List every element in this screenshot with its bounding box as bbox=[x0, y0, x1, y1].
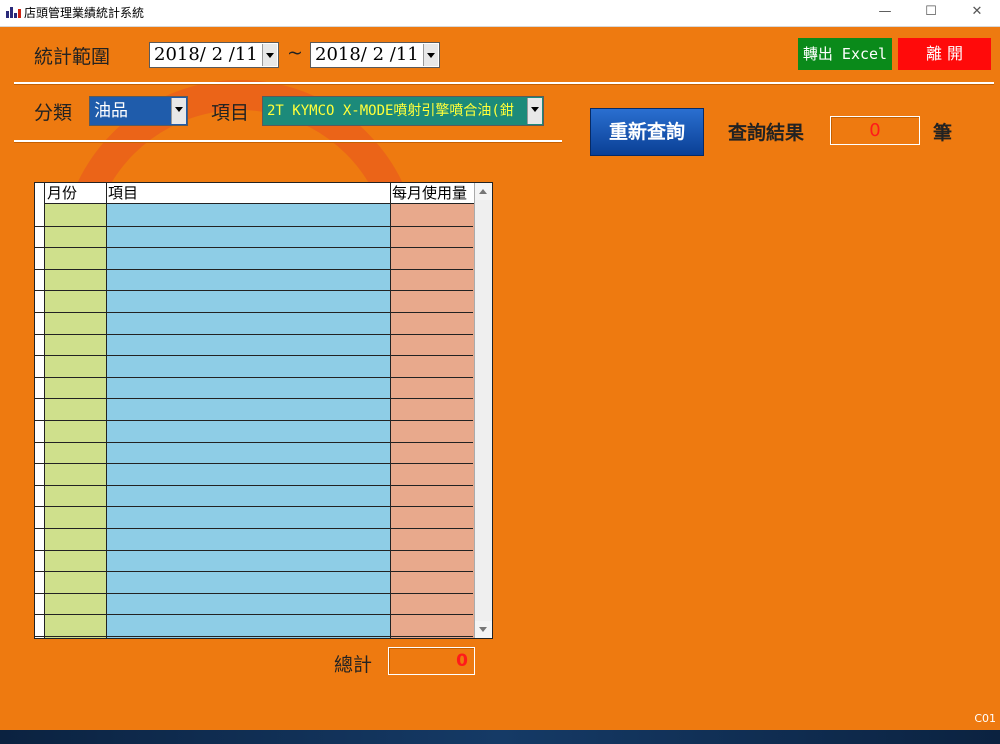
window-title: 店頭管理業績統計系統 bbox=[24, 6, 145, 20]
chevron-down-icon[interactable] bbox=[262, 44, 277, 66]
chevron-down-icon[interactable] bbox=[423, 44, 438, 66]
grid-scrollbar[interactable] bbox=[474, 183, 492, 638]
column-header-usage[interactable]: 每月使用量 bbox=[390, 183, 474, 204]
result-unit: 筆 bbox=[933, 122, 953, 144]
table-row[interactable] bbox=[35, 334, 473, 335]
chart-app-icon bbox=[6, 6, 21, 18]
table-row[interactable] bbox=[35, 247, 473, 248]
table-row[interactable] bbox=[35, 528, 473, 529]
result-count: 0 bbox=[830, 116, 920, 145]
taskbar bbox=[0, 730, 1000, 744]
table-row[interactable] bbox=[35, 420, 473, 421]
divider-top bbox=[14, 82, 994, 84]
table-row[interactable] bbox=[35, 550, 473, 551]
item-select[interactable]: 2T KYMCO X-MODE噴射引擎噴合油(鉗 bbox=[262, 96, 544, 126]
requery-button[interactable]: 重新查詢 bbox=[590, 108, 704, 156]
table-row[interactable] bbox=[35, 571, 473, 572]
table-row[interactable] bbox=[35, 355, 473, 356]
scroll-down-icon[interactable] bbox=[475, 621, 492, 638]
date-from-picker[interactable]: 2018/ 2 /11 bbox=[149, 42, 279, 68]
range-tilde: ~ bbox=[287, 42, 303, 64]
table-row[interactable] bbox=[35, 377, 473, 378]
table-row[interactable] bbox=[35, 312, 473, 313]
minimize-button[interactable]: — bbox=[862, 0, 908, 26]
date-to-picker[interactable]: 2018/ 2 /11 bbox=[310, 42, 440, 68]
column-header-month[interactable]: 月份 bbox=[45, 183, 106, 204]
item-label: 項目 bbox=[211, 102, 250, 124]
divider-filter bbox=[14, 140, 562, 142]
category-select[interactable]: 油品 bbox=[89, 96, 188, 126]
table-row[interactable] bbox=[35, 506, 473, 507]
table-row[interactable] bbox=[35, 290, 473, 291]
title-bar: 店頭管理業績統計系統 — ☐ ✕ bbox=[0, 0, 1000, 27]
category-label: 分類 bbox=[34, 102, 73, 124]
scroll-up-icon[interactable] bbox=[475, 183, 492, 200]
total-value: 0 bbox=[388, 647, 475, 675]
table-row[interactable] bbox=[35, 226, 473, 227]
table-row[interactable] bbox=[35, 614, 473, 615]
table-row[interactable] bbox=[35, 636, 473, 637]
category-value: 油品 bbox=[94, 101, 128, 121]
table-row[interactable] bbox=[35, 485, 473, 486]
table-row[interactable] bbox=[35, 442, 473, 443]
chevron-down-icon[interactable] bbox=[527, 98, 542, 124]
chevron-down-icon[interactable] bbox=[171, 98, 186, 124]
month-column bbox=[45, 183, 106, 638]
table-row[interactable] bbox=[35, 593, 473, 594]
range-label: 統計範圍 bbox=[34, 46, 111, 68]
date-from-value: 2018/ 2 /11 bbox=[154, 44, 258, 65]
maximize-button[interactable]: ☐ bbox=[908, 0, 954, 26]
table-row[interactable] bbox=[35, 269, 473, 270]
usage-grid[interactable]: 月份 項目 每月使用量 bbox=[34, 182, 493, 639]
table-row[interactable] bbox=[35, 398, 473, 399]
date-to-value: 2018/ 2 /11 bbox=[315, 44, 419, 65]
item-column bbox=[106, 183, 390, 638]
item-value: 2T KYMCO X-MODE噴射引擎噴合油(鉗 bbox=[267, 103, 514, 119]
table-row[interactable] bbox=[35, 463, 473, 464]
column-header-item[interactable]: 項目 bbox=[106, 183, 390, 204]
close-button[interactable]: ✕ bbox=[954, 0, 1000, 26]
result-label: 查詢結果 bbox=[728, 122, 805, 144]
form-code: C01 bbox=[974, 712, 996, 725]
usage-column bbox=[390, 183, 474, 638]
exit-button[interactable]: 離 開 bbox=[898, 38, 991, 70]
export-excel-button[interactable]: 轉出 Excel bbox=[798, 38, 892, 70]
total-label: 總計 bbox=[334, 654, 373, 676]
